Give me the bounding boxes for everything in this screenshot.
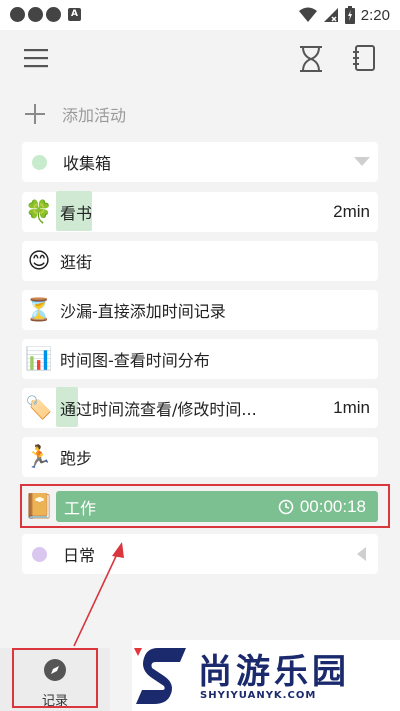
activity-label: 逛街 — [60, 253, 93, 272]
daily-label: 日常 — [63, 546, 96, 565]
activity-label: 沙漏-直接添加时间记录 — [60, 302, 226, 321]
activity-label: 跑步 — [60, 449, 93, 468]
watermark-url: SHYIYUANYK.COM — [200, 690, 317, 701]
inbox-label: 收集箱 — [63, 154, 112, 173]
activity-label: 通过时间流查看/修改时间... — [56, 387, 261, 427]
annotation-nav-box — [12, 648, 98, 708]
activity-label: 时间图-查看时间分布 — [60, 351, 210, 370]
watermark: 尚游乐园 SHYIYUANYK.COM — [132, 640, 400, 711]
activity-label: 看书 — [56, 191, 96, 231]
watermark-logo-icon — [134, 648, 186, 704]
watermark-text: 尚游乐园 — [198, 652, 350, 692]
